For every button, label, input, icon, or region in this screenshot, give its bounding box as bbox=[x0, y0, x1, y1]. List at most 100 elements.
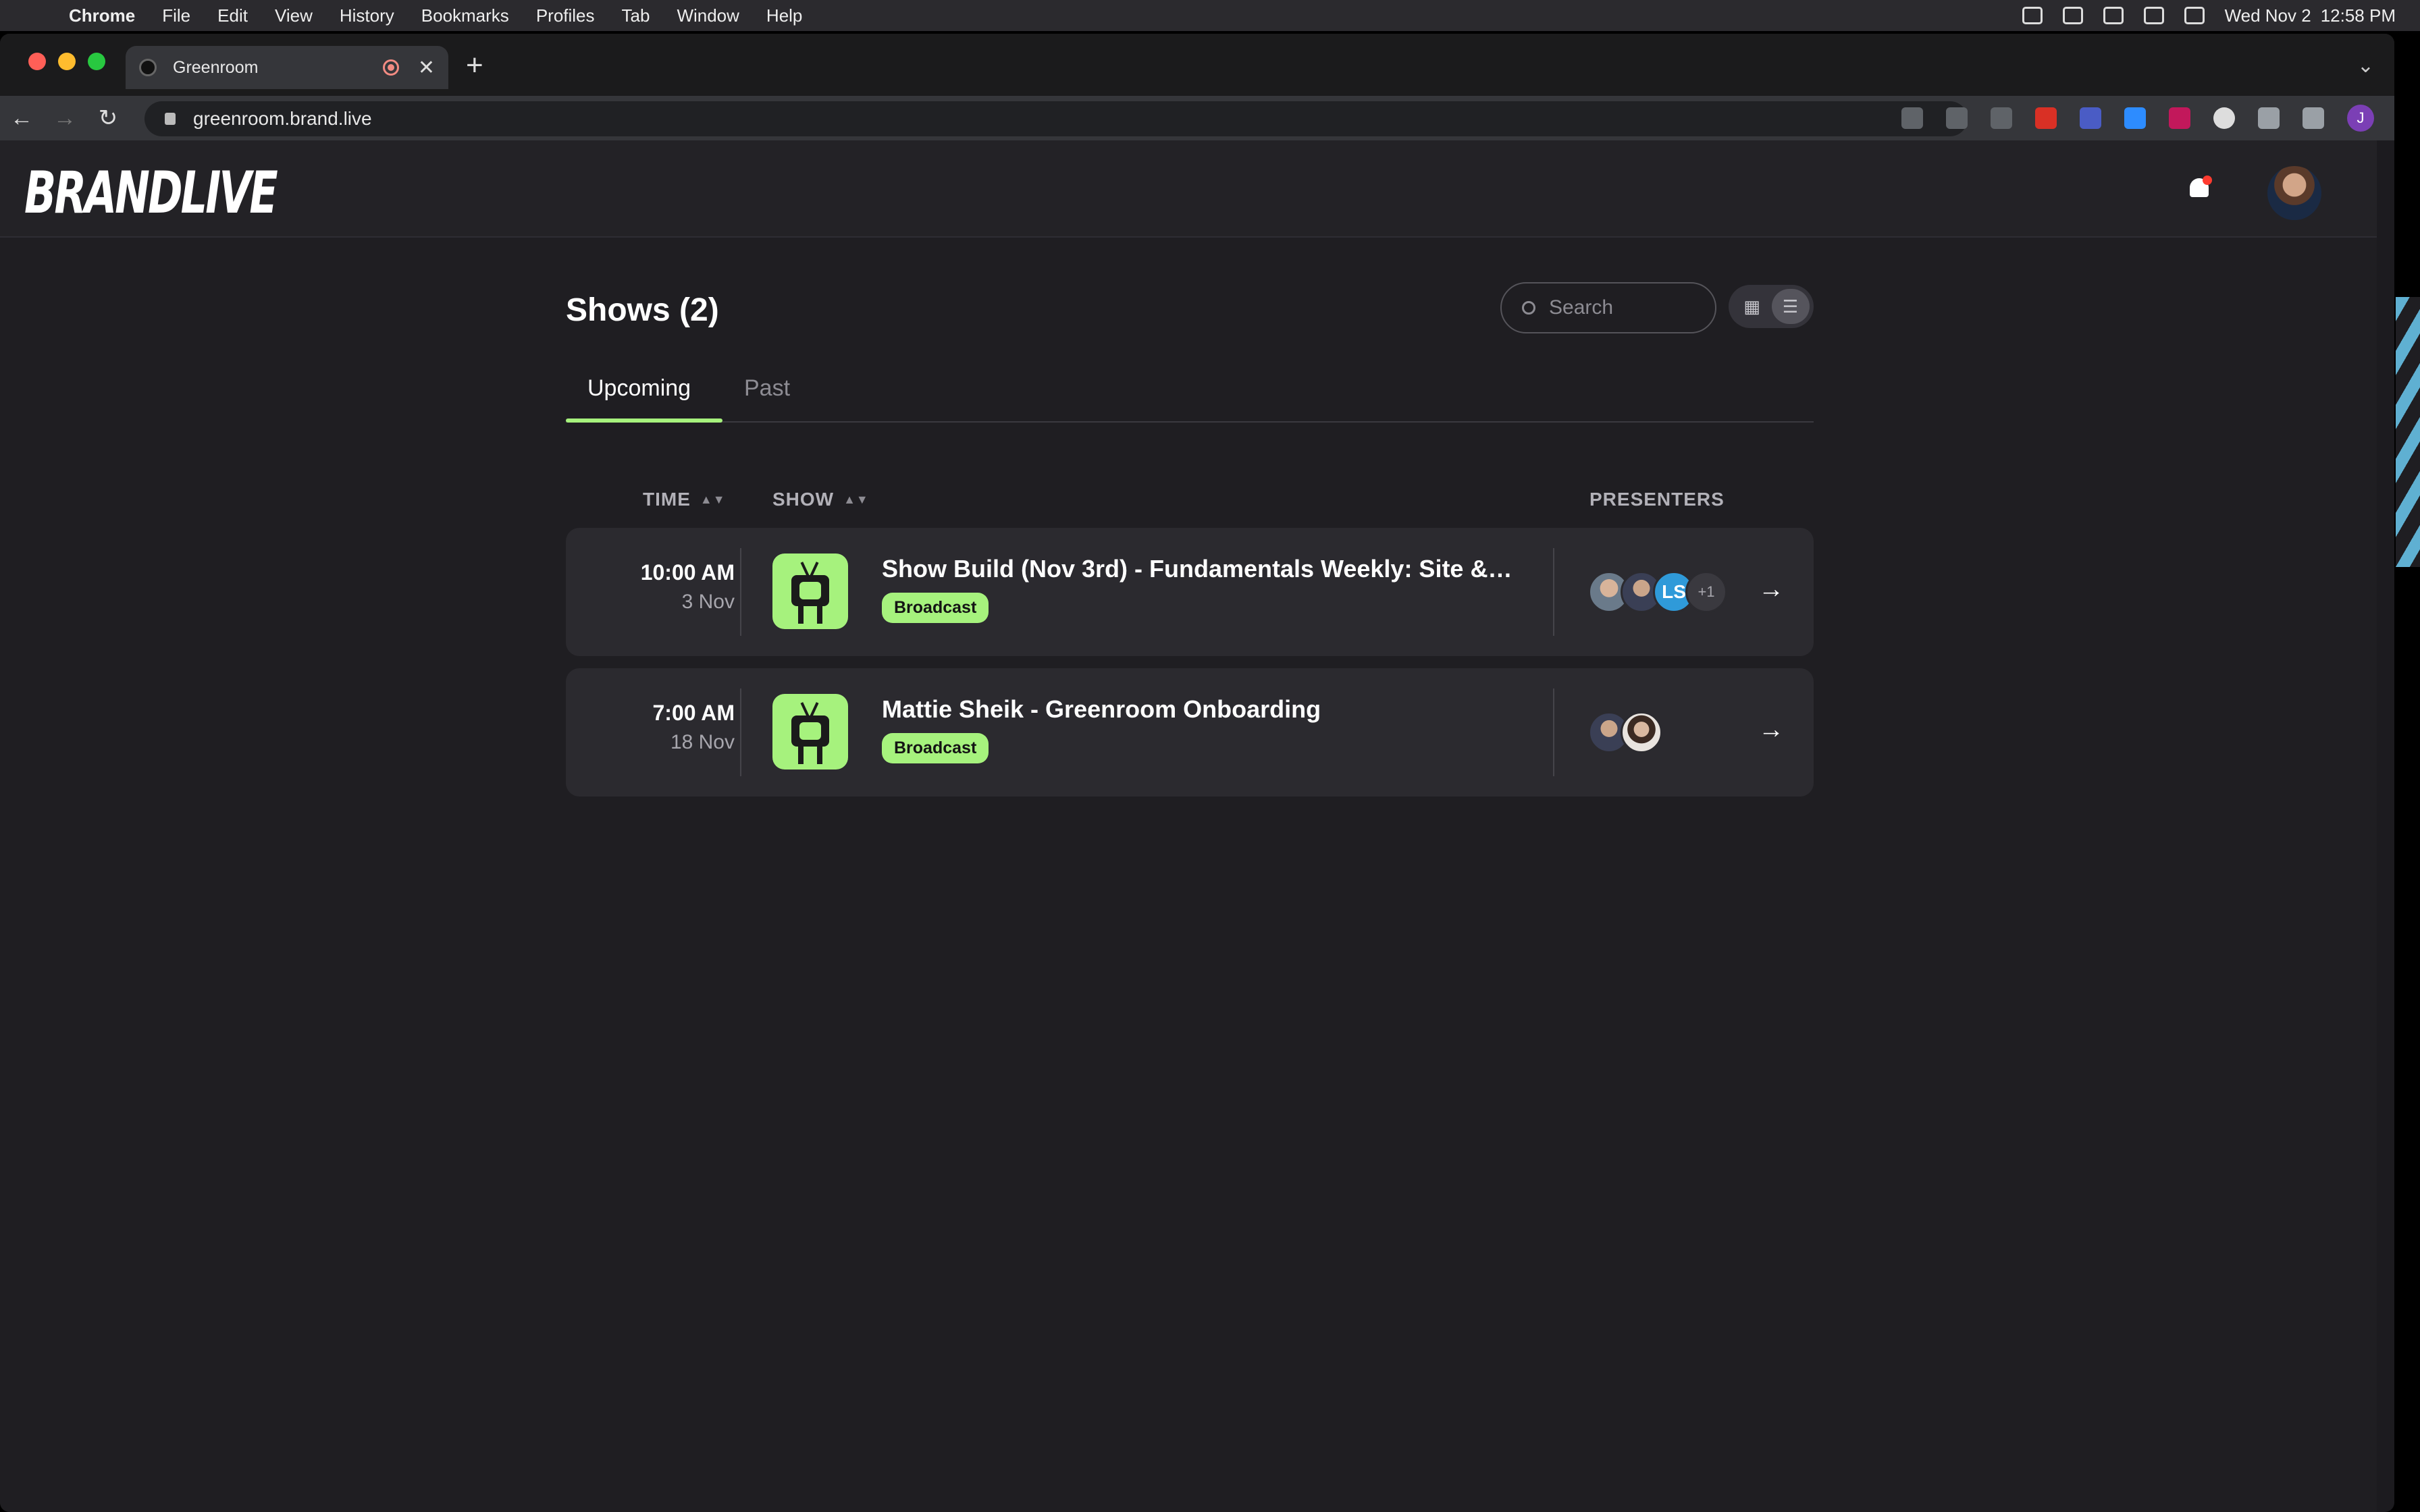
show-date-value: 18 Nov bbox=[670, 731, 735, 753]
extension-icon[interactable] bbox=[2035, 107, 2057, 129]
tab-past[interactable]: Past bbox=[744, 375, 790, 402]
divider bbox=[740, 548, 741, 636]
control-center-icon[interactable] bbox=[2184, 7, 2205, 24]
address-bar[interactable]: greenroom.brand.live bbox=[144, 101, 1968, 136]
divider bbox=[740, 688, 741, 776]
bookmark-star-icon[interactable] bbox=[1991, 107, 2012, 129]
show-row[interactable]: 10:00 AM 3 Nov Show Build (Nov 3rd) - Fu… bbox=[566, 528, 1814, 656]
new-tab-button[interactable]: + bbox=[466, 49, 483, 82]
presenter-avatars bbox=[1588, 711, 1662, 753]
search-icon bbox=[1522, 301, 1535, 315]
brandlive-logo[interactable]: BRANDLIVE bbox=[24, 159, 278, 227]
zoom-window-button[interactable] bbox=[88, 53, 105, 70]
menu-window[interactable]: Window bbox=[663, 5, 752, 26]
extensions-area: J bbox=[1901, 103, 2374, 134]
sort-icon[interactable]: ▲▼ bbox=[843, 493, 869, 507]
tab-search-chevron-icon[interactable]: ⌄ bbox=[2357, 54, 2374, 78]
menu-tab[interactable]: Tab bbox=[608, 5, 664, 26]
show-row[interactable]: 7:00 AM 18 Nov Mattie Sheik - Greenroom … bbox=[566, 668, 1814, 796]
menu-edit[interactable]: Edit bbox=[204, 5, 261, 26]
app-menus: Chrome File Edit View History Bookmarks … bbox=[55, 5, 816, 26]
column-header-time[interactable]: TIME ▲▼ bbox=[643, 489, 726, 510]
show-type-badge: Broadcast bbox=[882, 733, 989, 763]
status-icon[interactable] bbox=[2022, 7, 2043, 24]
browser-toolbar: ← → ↻ greenroom.brand.live J bbox=[0, 96, 2394, 140]
show-time-value: 10:00 AM bbox=[640, 560, 735, 585]
zoom-extension-icon[interactable] bbox=[2124, 107, 2146, 129]
divider bbox=[1553, 688, 1554, 776]
desktop-wallpaper-stripes bbox=[2396, 297, 2420, 567]
extension-icon[interactable] bbox=[2169, 107, 2190, 129]
side-panel-icon[interactable] bbox=[2303, 107, 2324, 129]
show-time: 7:00 AM 18 Nov bbox=[652, 701, 735, 754]
notification-dot bbox=[2203, 176, 2212, 185]
notifications-bell-icon[interactable] bbox=[2188, 176, 2212, 202]
macos-menubar: Chrome File Edit View History Bookmarks … bbox=[0, 0, 2420, 31]
view-toggle: ▦ ☰ bbox=[1729, 285, 1814, 328]
show-type-badge: Broadcast bbox=[882, 593, 989, 623]
reload-button[interactable]: ↻ bbox=[86, 105, 130, 132]
search-input[interactable]: Search bbox=[1500, 282, 1716, 333]
menu-chrome[interactable]: Chrome bbox=[55, 5, 149, 26]
show-thumbnail bbox=[772, 554, 848, 629]
show-time-value: 7:00 AM bbox=[652, 701, 735, 725]
menu-bookmarks[interactable]: Bookmarks bbox=[408, 5, 523, 26]
forward-button[interactable]: → bbox=[43, 105, 86, 132]
minimize-window-button[interactable] bbox=[58, 53, 76, 70]
menu-view[interactable]: View bbox=[261, 5, 326, 26]
extension-icon[interactable] bbox=[2213, 107, 2235, 129]
column-header-show[interactable]: SHOW ▲▼ bbox=[772, 489, 869, 510]
tab-upcoming[interactable]: Upcoming bbox=[587, 375, 691, 402]
show-header-label: SHOW bbox=[772, 489, 835, 510]
extension-icon[interactable] bbox=[2080, 107, 2101, 129]
menu-profiles[interactable]: Profiles bbox=[523, 5, 608, 26]
arrow-right-icon[interactable]: → bbox=[1758, 575, 1784, 604]
calendar-view-icon[interactable]: ▦ bbox=[1733, 289, 1771, 324]
show-title[interactable]: Mattie Sheik - Greenroom Onboarding bbox=[882, 695, 1517, 724]
show-date-value: 3 Nov bbox=[681, 591, 735, 613]
wifi-icon[interactable] bbox=[2143, 7, 2164, 24]
menubar-time: 12:58 PM bbox=[2320, 5, 2396, 26]
menu-help[interactable]: Help bbox=[753, 5, 816, 26]
list-view-icon[interactable]: ☰ bbox=[1771, 289, 1810, 324]
close-window-button[interactable] bbox=[28, 53, 46, 70]
user-avatar[interactable] bbox=[2267, 166, 2321, 220]
arrow-right-icon[interactable]: → bbox=[1758, 716, 1784, 745]
presenter-avatars: LS +1 bbox=[1588, 571, 1727, 613]
show-title[interactable]: Show Build (Nov 3rd) - Fundamentals Week… bbox=[882, 555, 1517, 583]
status-icon[interactable] bbox=[2103, 7, 2124, 24]
menu-file[interactable]: File bbox=[149, 5, 204, 26]
sort-icon[interactable]: ▲▼ bbox=[700, 493, 726, 507]
status-area: Wed Nov 2 12:58 PM bbox=[2022, 5, 2420, 26]
presenters-header-label: PRESENTERS bbox=[1589, 489, 1725, 510]
greenroom-favicon-icon bbox=[139, 59, 157, 76]
presenter-more-count: +1 bbox=[1685, 571, 1727, 613]
url-text[interactable]: greenroom.brand.live bbox=[193, 108, 372, 130]
window-controls bbox=[28, 53, 105, 70]
close-tab-icon[interactable]: ✕ bbox=[418, 56, 435, 80]
time-header-label: TIME bbox=[643, 489, 691, 510]
camera-icon[interactable] bbox=[1901, 107, 1923, 129]
shows-tabs: Upcoming Past bbox=[566, 369, 1814, 423]
menubar-date: Wed Nov 2 bbox=[2224, 5, 2311, 26]
status-icon[interactable] bbox=[2062, 7, 2083, 24]
browser-tab-greenroom[interactable]: Greenroom ✕ bbox=[126, 46, 448, 89]
menubar-clock[interactable]: Wed Nov 2 12:58 PM bbox=[2225, 5, 2396, 26]
chrome-profile-avatar[interactable]: J bbox=[2347, 105, 2374, 132]
page-title: Shows (2) bbox=[566, 292, 719, 328]
lock-icon[interactable] bbox=[165, 113, 176, 125]
share-icon[interactable] bbox=[1946, 107, 1968, 129]
greenroom-page: BRANDLIVE Shows (2) Search ▦ ☰ Upcoming … bbox=[0, 140, 2377, 1512]
show-time: 10:00 AM 3 Nov bbox=[641, 560, 735, 614]
show-thumbnail bbox=[772, 694, 848, 770]
column-header-presenters: PRESENTERS bbox=[1589, 489, 1725, 510]
menu-history[interactable]: History bbox=[326, 5, 408, 26]
browser-window: Greenroom ✕ + ⌄ ← → ↻ greenroom.brand.li… bbox=[0, 34, 2394, 1512]
puzzle-extensions-icon[interactable] bbox=[2258, 107, 2280, 129]
tab-strip: Greenroom ✕ + ⌄ bbox=[0, 34, 2394, 96]
search-placeholder: Search bbox=[1549, 296, 1614, 319]
divider bbox=[1553, 548, 1554, 636]
recording-indicator-icon bbox=[382, 59, 399, 76]
presenter-avatar bbox=[1621, 711, 1662, 753]
back-button[interactable]: ← bbox=[0, 105, 43, 132]
